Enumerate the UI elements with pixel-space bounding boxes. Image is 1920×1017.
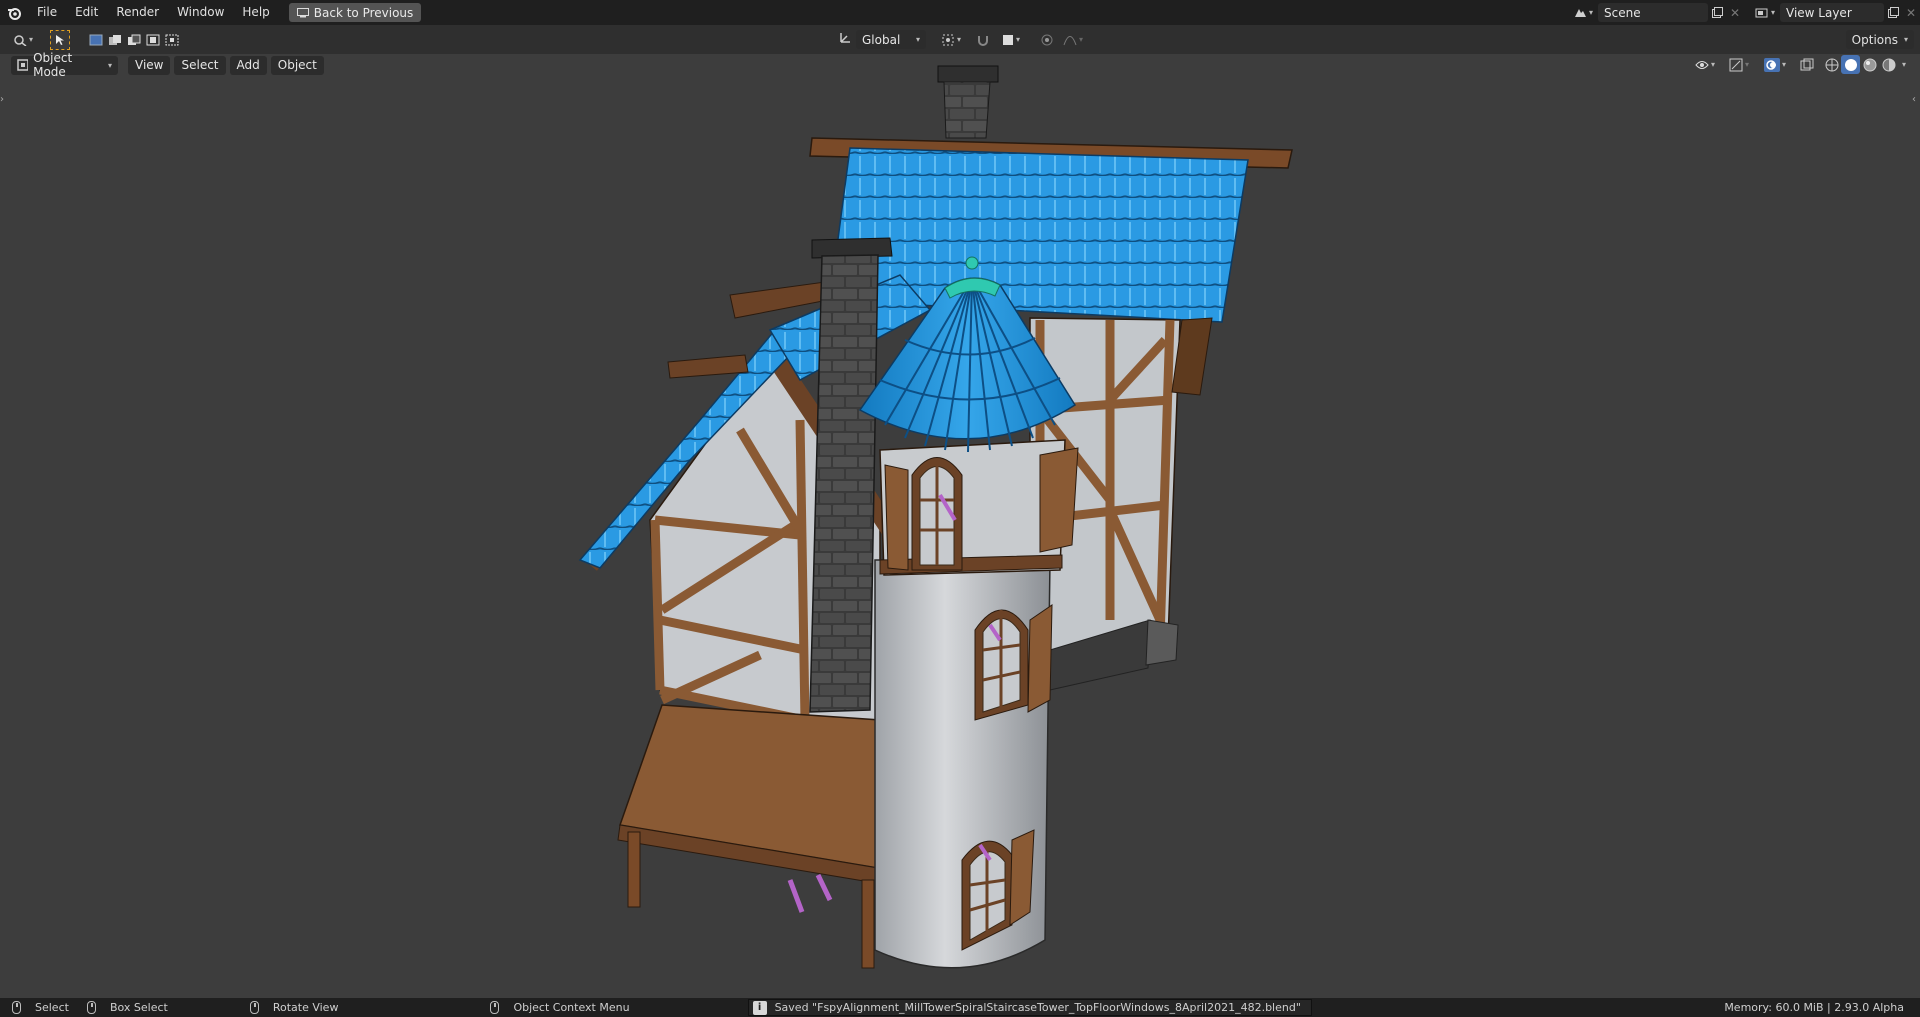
visibility-icon[interactable]: ▾	[1690, 55, 1720, 74]
status-bar: Select Box Select Rotate View Object Con…	[0, 998, 1920, 1017]
sidebar-toggle-icon[interactable]: ‹	[1912, 94, 1920, 108]
select-subtract-icon[interactable]	[124, 30, 143, 49]
menu-render[interactable]: Render	[107, 0, 168, 25]
shading-options-icon[interactable]: ▾	[1902, 60, 1914, 69]
scene-name: Scene	[1604, 5, 1641, 20]
select-new-icon[interactable]	[86, 30, 105, 49]
overlays-icon[interactable]: ▾	[1758, 55, 1792, 74]
orientation-label: Global	[862, 32, 901, 47]
scene-viewlayer-area: ▾ Scene ✕ ▾ View Layer ✕	[1568, 0, 1920, 25]
rear-chimney[interactable]	[937, 65, 999, 139]
info-icon: i	[752, 1000, 767, 1015]
top-menubar: File Edit Render Window Help Back to Pre…	[0, 0, 1920, 25]
select-tool-icon[interactable]	[50, 29, 70, 50]
select-invert-icon[interactable]	[143, 30, 162, 49]
back-button-label: Back to Previous	[313, 5, 414, 20]
snap-target-icon[interactable]: ▾	[996, 30, 1026, 49]
object-mode-icon	[17, 59, 29, 71]
orientation-icon	[838, 31, 852, 48]
snap-icon[interactable]	[974, 30, 992, 49]
status-context-menu: Object Context Menu	[490, 1001, 630, 1014]
selection-mode-group	[86, 30, 181, 49]
material-shading-icon[interactable]	[1860, 55, 1879, 74]
tool-header: ▾ Global ▾ ▾ ▾ ▾ Options ▾	[0, 25, 1920, 54]
viewport-menu-view[interactable]: View	[128, 55, 171, 75]
status-select: Select	[12, 1001, 69, 1014]
menu-help[interactable]: Help	[233, 0, 278, 25]
status-select-label: Select	[35, 1001, 69, 1014]
falloff-icon[interactable]: ▾	[1060, 30, 1086, 49]
toolbar-toggle-icon[interactable]: ›	[0, 94, 8, 108]
delete-scene-icon[interactable]: ✕	[1726, 3, 1744, 22]
wireframe-shading-icon[interactable]	[1822, 55, 1841, 74]
tower[interactable]	[874, 439, 1079, 969]
view-layer-name: View Layer	[1786, 5, 1852, 20]
scene-name-field[interactable]: Scene	[1598, 3, 1708, 22]
viewport-menu-add[interactable]: Add	[229, 55, 267, 75]
editor-type-icon[interactable]: ▾	[8, 30, 38, 49]
proportional-edit-icon[interactable]	[1038, 30, 1056, 49]
mouse-left-icon	[12, 1001, 21, 1014]
status-box-select-label: Box Select	[109, 1001, 168, 1014]
new-view-layer-icon[interactable]	[1884, 3, 1902, 22]
new-scene-icon[interactable]	[1708, 3, 1726, 22]
menu-edit[interactable]: Edit	[66, 0, 107, 25]
memory-version: Memory: 60.0 MiB | 2.93.0 Alpha	[1724, 1001, 1904, 1014]
xray-icon[interactable]	[1798, 55, 1816, 74]
gizmo-icon[interactable]: ▾	[1722, 55, 1756, 74]
scene-type-icon[interactable]: ▾	[1568, 3, 1598, 22]
screen-icon	[296, 7, 309, 17]
shading-mode-group	[1822, 55, 1898, 74]
menu-file[interactable]: File	[28, 0, 66, 25]
object-mode-label: Object Mode	[33, 51, 73, 79]
orientation-dropdown[interactable]: Global ▾	[856, 30, 926, 49]
view-layer-icon[interactable]: ▾	[1750, 3, 1780, 22]
viewport-header: Object Mode ▾ View Select Add Object ▾ ▾…	[0, 51, 1920, 79]
status-box-select: Box Select	[86, 1001, 168, 1014]
mouse-drag-icon	[86, 1001, 96, 1014]
back-to-previous-button[interactable]: Back to Previous	[288, 3, 422, 22]
rendered-shading-icon[interactable]	[1879, 55, 1898, 74]
viewport-scene[interactable]	[0, 54, 1920, 998]
status-context-menu-label: Object Context Menu	[513, 1001, 630, 1014]
mouse-middle-icon	[249, 1001, 259, 1014]
solid-shading-icon[interactable]	[1841, 55, 1860, 74]
transform-controls: Global ▾ ▾ ▾ ▾	[838, 30, 1086, 49]
viewport-menu-object[interactable]: Object	[270, 55, 324, 75]
viewport-display-controls: ▾ ▾ ▾ ▾	[1690, 55, 1914, 74]
select-intersect-icon[interactable]	[162, 30, 181, 49]
3d-viewport[interactable]: › ‹	[0, 54, 1920, 998]
view-layer-field[interactable]: View Layer	[1780, 3, 1884, 22]
mouse-right-icon	[490, 1001, 500, 1014]
options-dropdown[interactable]: Options ▾	[1845, 30, 1914, 49]
menu-window[interactable]: Window	[168, 0, 233, 25]
blender-logo-icon[interactable]	[0, 0, 28, 25]
delete-view-layer-icon[interactable]: ✕	[1902, 3, 1920, 22]
object-mode-dropdown[interactable]: Object Mode ▾	[11, 51, 118, 79]
options-label: Options	[1851, 32, 1898, 47]
select-extend-icon[interactable]	[105, 30, 124, 49]
pivot-point-icon[interactable]: ▾	[936, 30, 966, 49]
wooden-porch[interactable]	[617, 704, 891, 969]
status-rotate-view: Rotate View	[249, 1001, 339, 1014]
saved-message: Saved "FspyAlignment_MillTowerSpiralStai…	[774, 1001, 1301, 1014]
saved-report[interactable]: i Saved "FspyAlignment_MillTowerSpiralSt…	[747, 999, 1312, 1016]
status-rotate-view-label: Rotate View	[272, 1001, 339, 1014]
viewport-menu-select[interactable]: Select	[174, 55, 226, 75]
